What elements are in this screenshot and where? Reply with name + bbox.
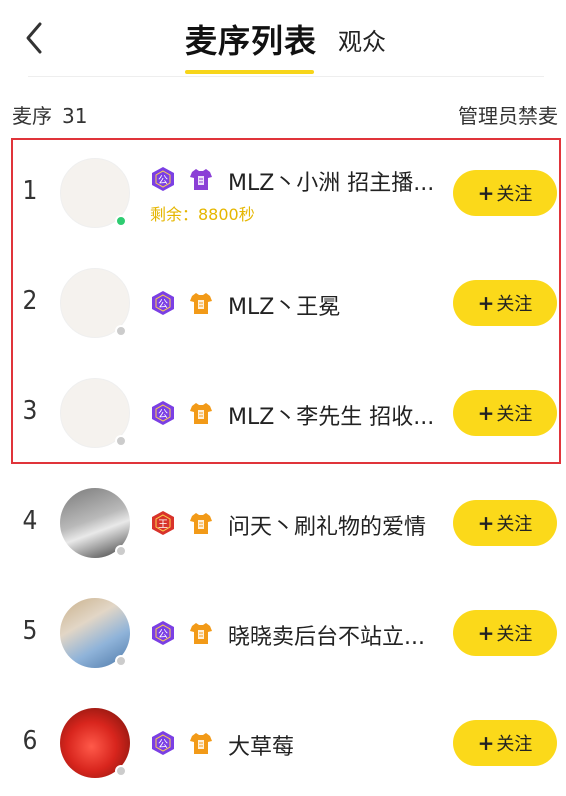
follow-label: 关注 <box>496 734 533 755</box>
rank-number: 3 <box>22 396 38 426</box>
hexagon-medal-icon: 王 <box>150 510 176 536</box>
follow-label: 关注 <box>496 294 533 315</box>
online-status-dot <box>115 545 127 557</box>
active-tab-indicator <box>185 70 314 74</box>
follow-button[interactable]: + 关注 <box>453 280 557 326</box>
hexagon-medal-icon: 公 <box>150 290 176 316</box>
online-status-dot <box>115 325 127 337</box>
rank-number: 4 <box>22 506 38 536</box>
follow-button[interactable]: + 关注 <box>453 500 557 546</box>
username[interactable]: 问天丶刷礼物的爱情 <box>228 509 450 541</box>
badge-letter: 公 <box>158 300 168 311</box>
username[interactable]: MLZ丶王冕 <box>228 289 450 321</box>
follow-label: 关注 <box>496 514 533 535</box>
queue-summary-bar: 麦序 31 管理员禁麦 <box>0 100 566 128</box>
badge-letter: 公 <box>158 410 168 421</box>
online-status-dot <box>115 655 127 667</box>
plus-icon: + <box>477 181 495 205</box>
username[interactable]: 大草莓 <box>228 729 450 761</box>
username[interactable]: MLZ丶李先生 招收... <box>228 399 450 431</box>
plus-icon: + <box>477 401 495 425</box>
shirt-icon <box>188 400 214 426</box>
follow-label: 关注 <box>496 624 533 645</box>
admin-mute-button[interactable]: 管理员禁麦 <box>458 100 558 129</box>
rank-number: 6 <box>22 726 38 756</box>
shirt-icon <box>188 620 214 646</box>
queue-count-value: 31 <box>62 104 88 128</box>
follow-button[interactable]: + 关注 <box>453 390 557 436</box>
online-status-dot <box>115 215 127 227</box>
hexagon-medal-icon: 公 <box>150 400 176 426</box>
plus-icon: + <box>477 511 495 535</box>
back-chevron-icon[interactable] <box>18 18 54 58</box>
header-divider <box>28 76 544 77</box>
queue-count: 麦序 31 <box>12 100 87 129</box>
header: 麦序列表 观众 <box>0 0 566 80</box>
follow-label: 关注 <box>496 184 533 205</box>
shirt-icon <box>188 510 214 536</box>
badge-letter: 公 <box>158 176 168 187</box>
badge-letter: 王 <box>158 520 168 531</box>
online-status-dot <box>115 435 127 447</box>
shirt-icon <box>188 166 214 192</box>
follow-button[interactable]: + 关注 <box>453 170 557 216</box>
badge-letter: 公 <box>158 740 168 751</box>
shirt-icon <box>188 730 214 756</box>
remaining-time: 剩余：8800秒 <box>150 205 255 224</box>
plus-icon: + <box>477 731 495 755</box>
online-status-dot <box>115 765 127 777</box>
plus-icon: + <box>477 621 495 645</box>
follow-label: 关注 <box>496 404 533 425</box>
rank-number: 1 <box>22 176 38 206</box>
rank-number: 5 <box>22 616 38 646</box>
follow-button[interactable]: + 关注 <box>453 720 557 766</box>
badge-letter: 公 <box>158 630 168 641</box>
username[interactable]: MLZ丶小洲 招主播... <box>228 165 450 197</box>
tab-audience[interactable]: 观众 <box>338 22 386 57</box>
hexagon-medal-icon: 公 <box>150 620 176 646</box>
shirt-icon <box>188 290 214 316</box>
hexagon-medal-icon: 公 <box>150 166 176 192</box>
follow-button[interactable]: + 关注 <box>453 610 557 656</box>
queue-label: 麦序 <box>12 104 52 128</box>
rank-number: 2 <box>22 286 38 316</box>
plus-icon: + <box>477 291 495 315</box>
tab-mic-queue[interactable]: 麦序列表 <box>185 16 317 62</box>
username[interactable]: 晓晓卖后台不站立... <box>228 619 450 651</box>
hexagon-medal-icon: 公 <box>150 730 176 756</box>
